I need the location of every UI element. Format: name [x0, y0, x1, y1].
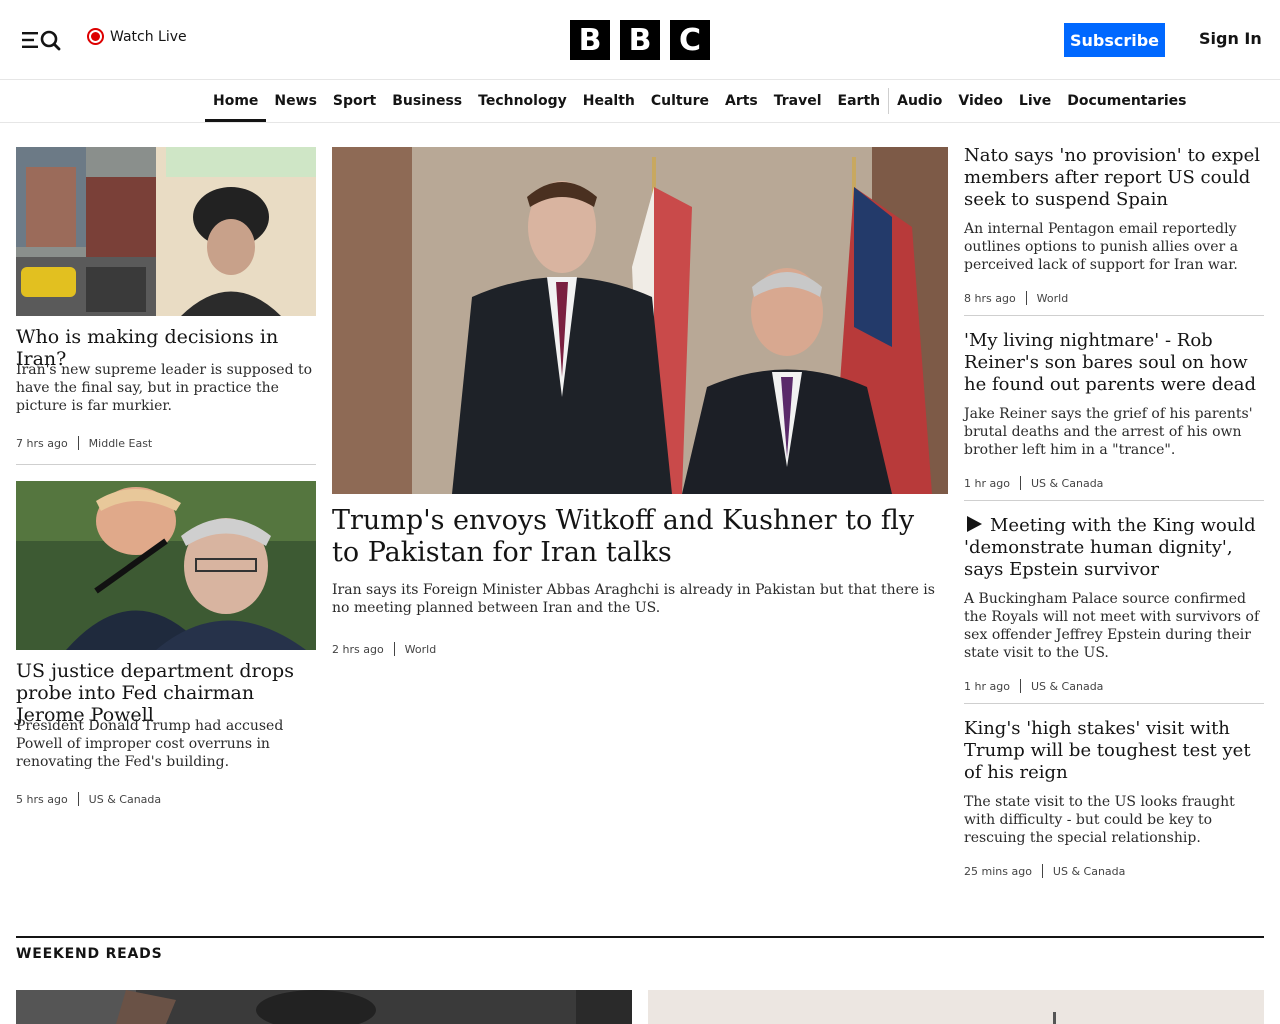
- story-section[interactable]: Middle East: [89, 437, 153, 450]
- nav-item-home[interactable]: Home: [205, 80, 267, 122]
- bbc-logo[interactable]: B B C: [570, 20, 710, 60]
- story-summary: Iran's new supreme leader is supposed to…: [16, 362, 313, 414]
- nav-item-documentaries[interactable]: Documentaries: [1059, 80, 1194, 122]
- meta-divider: [77, 792, 79, 806]
- divider: [964, 315, 1264, 316]
- story-time: 7 hrs ago: [16, 436, 68, 450]
- story-summary: The state visit to the US looks fraught …: [964, 794, 1235, 846]
- story-section[interactable]: US & Canada: [1053, 865, 1125, 878]
- story-summary: An internal Pentagon email reportedly ou…: [964, 221, 1238, 273]
- weekend-story-image[interactable]: [648, 990, 1264, 1024]
- nav-item-live[interactable]: Live: [1011, 80, 1059, 122]
- story-image-iran-poster[interactable]: [16, 147, 316, 316]
- story-time: 2 hrs ago: [332, 642, 384, 656]
- story-section[interactable]: World: [1037, 292, 1069, 305]
- story-summary: President Donald Trump had accused Powel…: [16, 718, 284, 770]
- lead-story-summary: Iran says its Foreign Minister Abbas Ara…: [332, 582, 935, 616]
- subscribe-button[interactable]: Subscribe: [1064, 23, 1165, 57]
- nav-item-video[interactable]: Video: [950, 80, 1011, 122]
- story-title[interactable]: Nato says 'no provision' to expel member…: [964, 145, 1264, 211]
- story-meta: 7 hrs ago Middle East: [16, 436, 152, 450]
- lead-story-image[interactable]: [332, 147, 948, 494]
- lead-story-title[interactable]: Trump's envoys Witkoff and Kushner to fl…: [332, 505, 948, 569]
- top-bar: Watch Live B B C Subscribe Sign In: [0, 0, 1280, 80]
- story-meta: 1 hr ago US & Canada: [964, 476, 1103, 490]
- divider: [964, 703, 1264, 704]
- nav-item-earth[interactable]: Earth: [830, 80, 889, 122]
- story-section[interactable]: US & Canada: [1031, 477, 1103, 490]
- weekend-story-image[interactable]: [16, 990, 632, 1024]
- story-title-text: Meeting with the King would 'demonstrate…: [964, 515, 1256, 580]
- story-time: 25 mins ago: [964, 864, 1032, 878]
- nav-item-business[interactable]: Business: [384, 80, 470, 122]
- story-time: 8 hrs ago: [964, 291, 1016, 305]
- meta-divider: [1025, 291, 1027, 305]
- story-section[interactable]: World: [405, 643, 437, 656]
- meta-divider: [1019, 476, 1021, 490]
- sign-in-link[interactable]: Sign In: [1199, 29, 1262, 48]
- nav-items: Home News Sport Business Technology Heal…: [205, 80, 1194, 122]
- story-time: 1 hr ago: [964, 679, 1010, 693]
- section-divider: [16, 936, 1264, 938]
- watch-live-label: Watch Live: [110, 28, 187, 45]
- nav-item-technology[interactable]: Technology: [470, 80, 575, 122]
- logo-letter: C: [670, 20, 710, 60]
- story-summary: A Buckingham Palace source confirmed the…: [964, 591, 1260, 661]
- divider: [16, 464, 316, 465]
- meta-divider: [1041, 864, 1043, 878]
- live-icon: [87, 28, 104, 45]
- story-summary: Jake Reiner says the grief of his parent…: [964, 406, 1253, 458]
- story-image-powell[interactable]: [16, 481, 316, 650]
- nav-item-arts[interactable]: Arts: [717, 80, 766, 122]
- menu-search-button[interactable]: [20, 26, 64, 54]
- story-meta: 1 hr ago US & Canada: [964, 679, 1103, 693]
- nav-item-sport[interactable]: Sport: [325, 80, 384, 122]
- story-time: 5 hrs ago: [16, 792, 68, 806]
- meta-divider: [1019, 679, 1021, 693]
- nav-item-health[interactable]: Health: [575, 80, 643, 122]
- story-meta: 25 mins ago US & Canada: [964, 864, 1125, 878]
- play-icon: [967, 516, 982, 532]
- story-section[interactable]: US & Canada: [1031, 680, 1103, 693]
- story-section[interactable]: US & Canada: [89, 793, 161, 806]
- nav-item-culture[interactable]: Culture: [643, 80, 717, 122]
- story-title[interactable]: King's 'high stakes' visit with Trump wi…: [964, 718, 1264, 784]
- divider: [964, 500, 1264, 501]
- nav-item-audio[interactable]: Audio: [889, 80, 950, 122]
- logo-letter: B: [620, 20, 660, 60]
- story-meta: 2 hrs ago World: [332, 642, 436, 656]
- menu-icon: [22, 30, 61, 51]
- meta-divider: [393, 642, 395, 656]
- story-title[interactable]: 'My living nightmare' - Rob Reiner's son…: [964, 330, 1264, 396]
- nav-item-travel[interactable]: Travel: [766, 80, 830, 122]
- meta-divider: [77, 436, 79, 450]
- logo-letter: B: [570, 20, 610, 60]
- section-title-weekend-reads[interactable]: WEEKEND READS: [16, 946, 162, 962]
- story-meta: 5 hrs ago US & Canada: [16, 792, 161, 806]
- story-time: 1 hr ago: [964, 476, 1010, 490]
- nav-item-news[interactable]: News: [266, 80, 324, 122]
- story-title-video[interactable]: Meeting with the King would 'demonstrate…: [964, 515, 1264, 581]
- watch-live-link[interactable]: Watch Live: [87, 28, 187, 45]
- main-nav: Home News Sport Business Technology Heal…: [0, 80, 1280, 123]
- story-meta: 8 hrs ago World: [964, 291, 1068, 305]
